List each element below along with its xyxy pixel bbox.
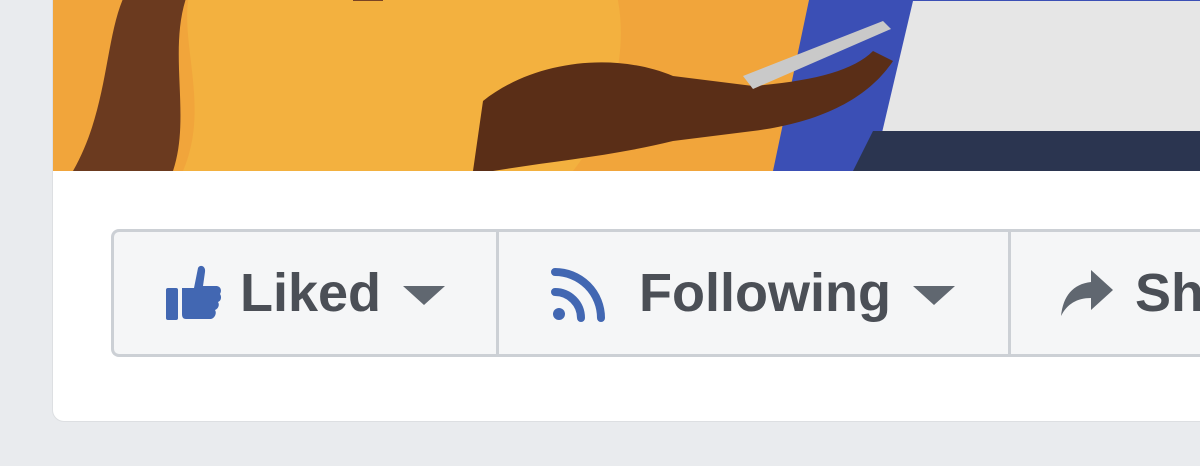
cover-photo[interactable] <box>53 0 1200 171</box>
liked-label: Liked <box>240 263 382 323</box>
caret-down-icon[interactable] <box>403 285 446 305</box>
following-button[interactable]: Following <box>499 232 1011 354</box>
page-action-bar: Liked Following Sh <box>111 229 1200 357</box>
caret-down-icon[interactable] <box>912 285 955 305</box>
share-arrow-icon <box>1059 268 1115 318</box>
thumbs-up-icon <box>164 264 222 322</box>
share-button[interactable]: Sh <box>1011 232 1200 354</box>
following-label: Following <box>639 263 891 323</box>
page-card: Liked Following Sh <box>52 0 1200 422</box>
liked-button[interactable]: Liked <box>114 232 499 354</box>
share-label: Sh <box>1135 263 1200 323</box>
rss-feed-icon <box>551 264 609 322</box>
